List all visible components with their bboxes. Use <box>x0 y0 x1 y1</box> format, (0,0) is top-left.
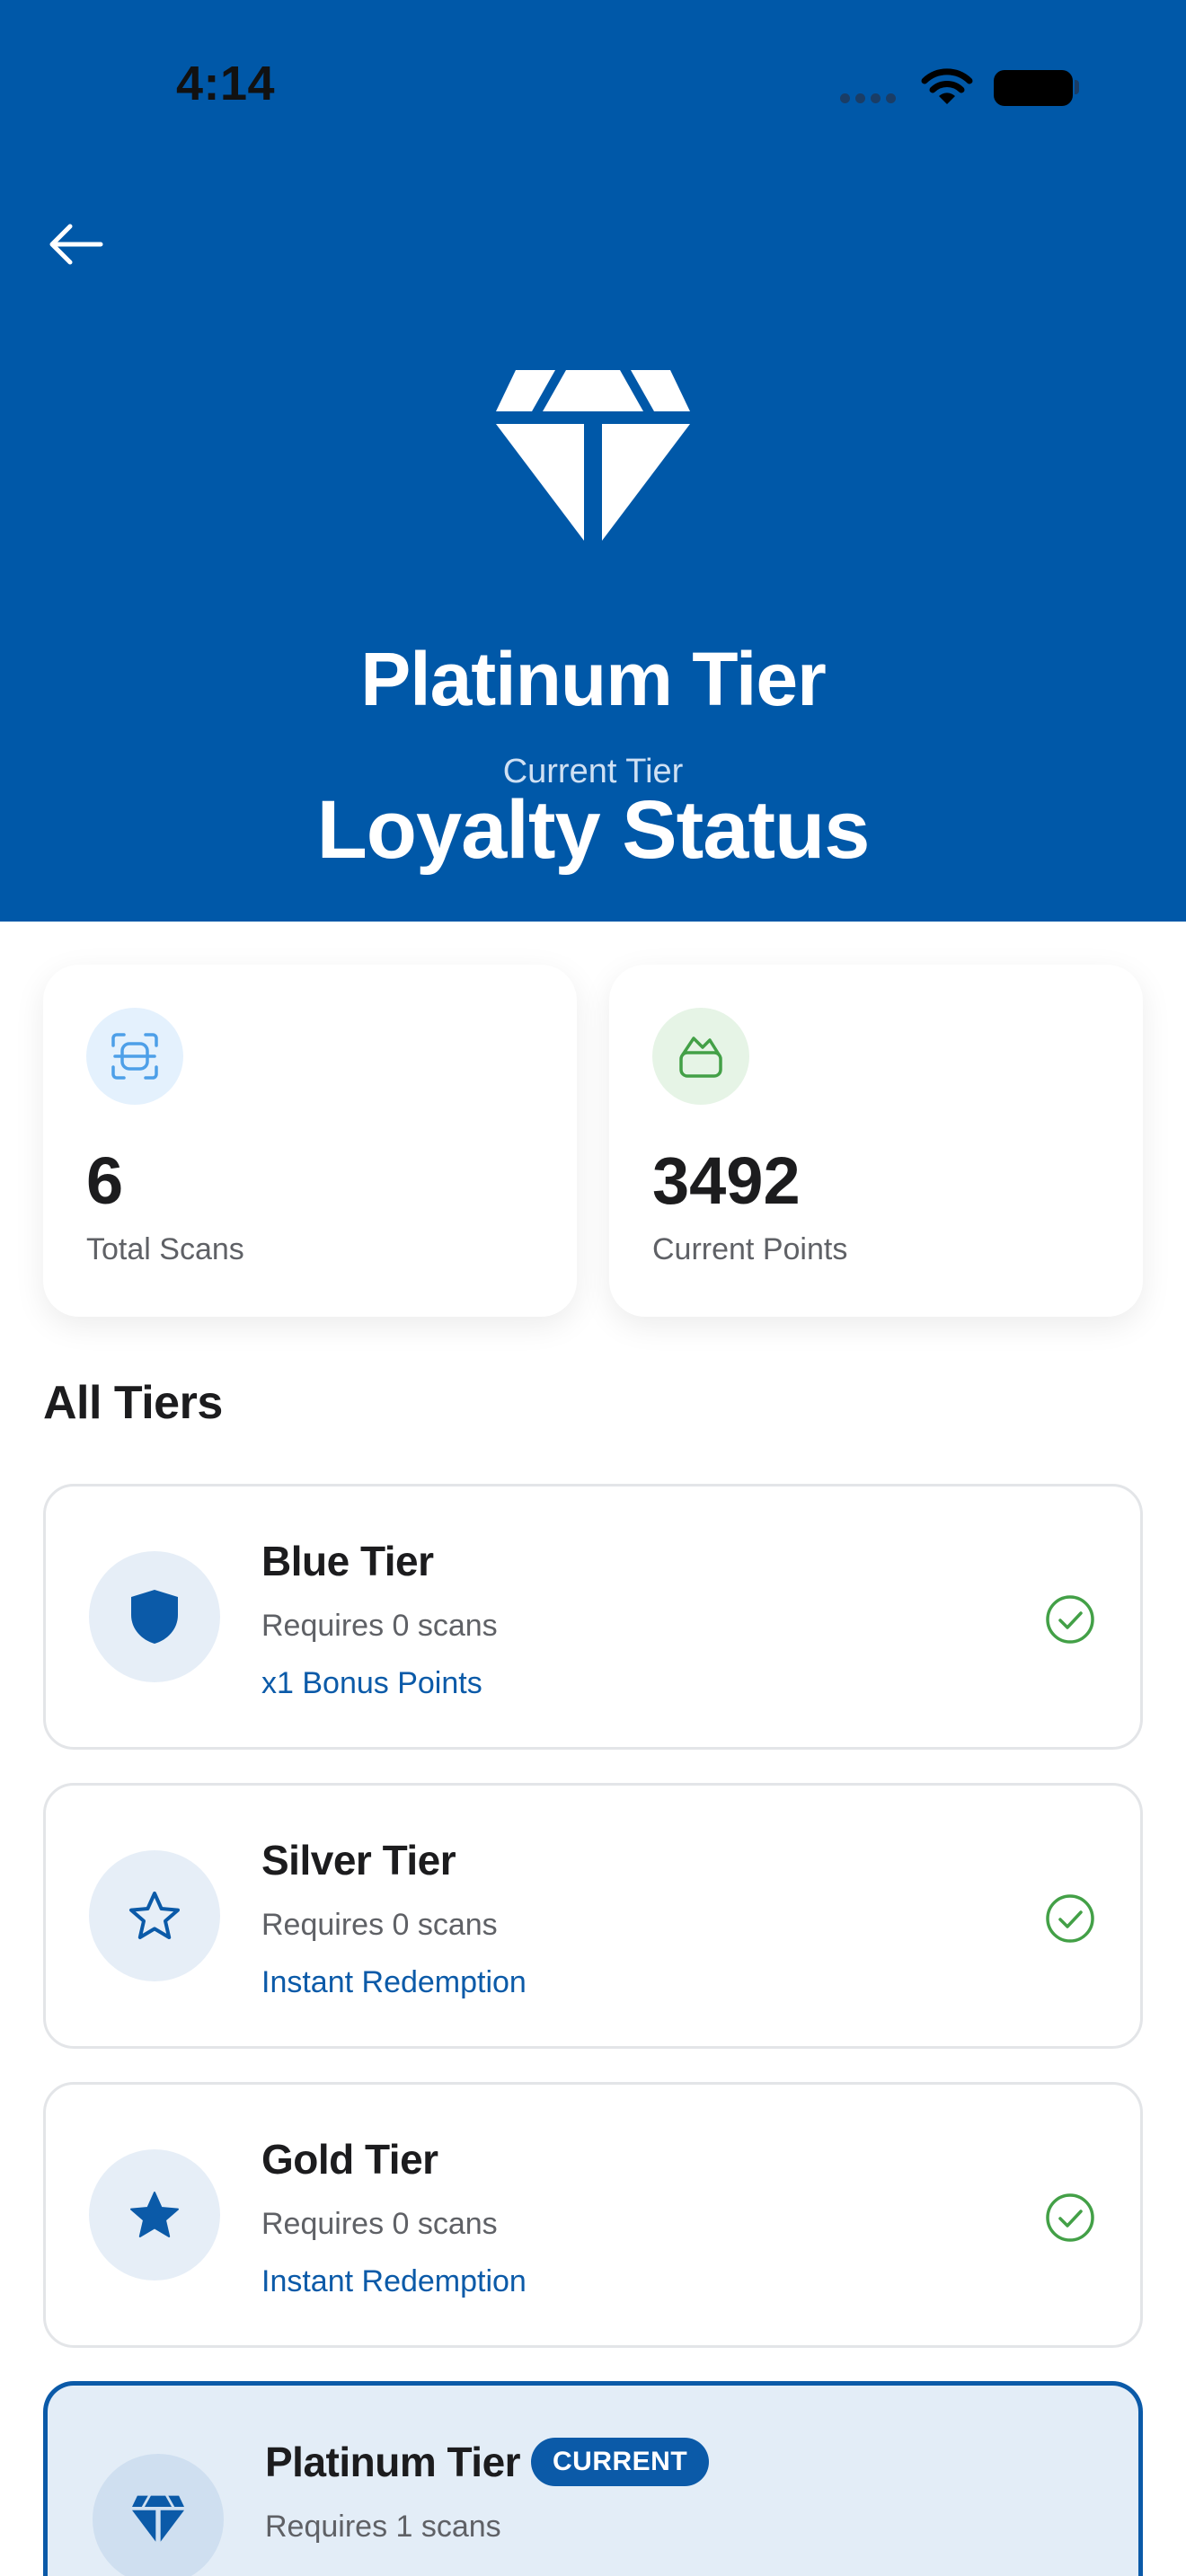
tier-name: Blue Tier <box>261 1538 434 1584</box>
check-circle-icon <box>1046 2193 1094 2242</box>
cellular-signal-icon <box>840 93 896 104</box>
total-scans-label: Total Scans <box>86 1232 244 1266</box>
battery-icon <box>994 70 1073 106</box>
tier-requirement: Requires 0 scans <box>261 2207 498 2241</box>
wallet-icon <box>652 1008 749 1105</box>
current-points-label: Current Points <box>652 1232 848 1266</box>
diamond-icon <box>93 2454 224 2576</box>
section-title: All Tiers <box>43 1377 223 1429</box>
tier-card-gold[interactable]: Gold Tier Requires 0 scans Instant Redem… <box>43 2082 1143 2348</box>
current-points-value: 3492 <box>652 1143 801 1218</box>
tier-requirement: Requires 0 scans <box>261 1609 498 1643</box>
tier-card-blue[interactable]: Blue Tier Requires 0 scans x1 Bonus Poin… <box>43 1484 1143 1750</box>
tier-requirement: Requires 0 scans <box>261 1908 498 1942</box>
status-time: 4:14 <box>176 57 276 110</box>
current-badge: CURRENT <box>531 2438 710 2486</box>
tier-name: Gold Tier <box>261 2136 438 2183</box>
star-outline-icon <box>89 1850 220 1981</box>
tier-name: Silver Tier <box>261 1837 456 1883</box>
scan-icon <box>86 1008 183 1105</box>
star-filled-icon <box>89 2149 220 2280</box>
wifi-icon <box>921 68 973 104</box>
battery-nub <box>1075 80 1079 94</box>
back-arrow-icon[interactable] <box>40 214 111 275</box>
tier-perk: Instant Redemption <box>261 2264 527 2298</box>
check-circle-icon <box>1046 1595 1094 1644</box>
status-bar: 4:14 <box>0 0 1186 180</box>
tier-perk: x1 Bonus Points <box>261 1666 482 1700</box>
total-scans-value: 6 <box>86 1143 124 1218</box>
current-tier-title: Platinum Tier <box>360 637 827 721</box>
tier-card-silver[interactable]: Silver Tier Requires 0 scans Instant Red… <box>43 1783 1143 2049</box>
tier-card-platinum[interactable]: Platinum Tier CURRENT Requires 1 scans <box>43 2381 1143 2576</box>
tier-perk: Instant Redemption <box>261 1965 527 1999</box>
header-banner: 4:14 Platinum Tier Current Tier Loyalty … <box>0 0 1186 922</box>
diamond-icon <box>496 370 690 541</box>
shield-icon <box>89 1551 220 1682</box>
check-circle-icon <box>1046 1894 1094 1943</box>
current-points-card: 3492 Current Points <box>609 965 1143 1317</box>
tier-name: Platinum Tier <box>265 2439 521 2485</box>
tier-requirement: Requires 1 scans <box>265 2510 501 2544</box>
page-title: Loyalty Status <box>316 784 871 876</box>
total-scans-card: 6 Total Scans <box>43 965 577 1317</box>
